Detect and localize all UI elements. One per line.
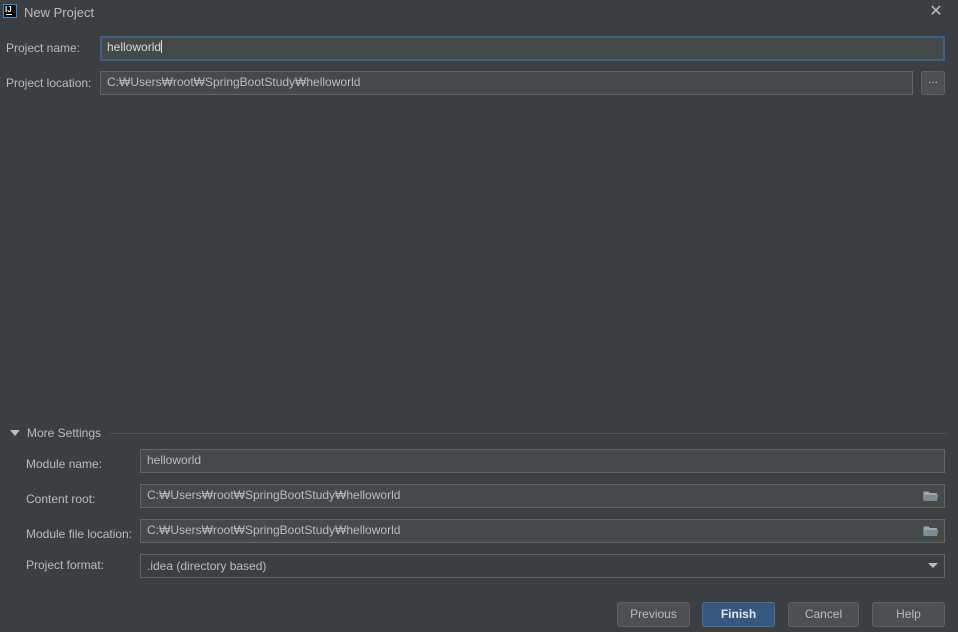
app-icon-text: IJ [5, 5, 12, 14]
module-name-value: helloworld [147, 453, 202, 467]
section-divider [110, 433, 947, 434]
chevron-down-icon [928, 563, 938, 568]
more-settings-title: More Settings [27, 426, 102, 440]
module-name-label: Module name: [26, 457, 103, 471]
project-format-value: .idea (directory based) [147, 559, 267, 573]
project-location-input[interactable]: C:₩Users₩root₩SpringBootStudy₩helloworld [100, 71, 913, 95]
triangle-down-icon [10, 430, 20, 436]
cancel-button[interactable]: Cancel [788, 602, 859, 627]
browse-button-label: ... [927, 72, 938, 86]
content-root-input[interactable]: C:₩Users₩root₩SpringBootStudy₩helloworld [140, 484, 945, 508]
module-file-location-value: C:₩Users₩root₩SpringBootStudy₩helloworld [147, 523, 401, 537]
help-button[interactable]: Help [872, 602, 945, 627]
project-format-label: Project format: [26, 558, 105, 572]
project-name-label: Project name: [6, 41, 81, 55]
project-name-input[interactable]: helloworld [100, 36, 945, 61]
module-file-location-label: Module file location: [26, 527, 133, 541]
content-root-value: C:₩Users₩root₩SpringBootStudy₩helloworld [147, 488, 401, 502]
finish-button[interactable]: Finish [702, 602, 775, 627]
previous-button[interactable]: Previous [617, 602, 690, 627]
module-file-location-input[interactable]: C:₩Users₩root₩SpringBootStudy₩helloworld [140, 519, 945, 543]
title-bar: IJ New Project ✕ [0, 0, 958, 24]
more-settings-toggle[interactable]: More Settings [9, 426, 947, 442]
project-format-select[interactable]: .idea (directory based) [140, 554, 945, 578]
close-icon[interactable]: ✕ [926, 2, 946, 22]
window-title: New Project [24, 5, 95, 20]
project-location-value: C:₩Users₩root₩SpringBootStudy₩helloworld [107, 75, 361, 89]
project-location-label: Project location: [6, 76, 92, 90]
browse-location-button[interactable]: ... [921, 71, 945, 95]
project-name-value: helloworld [107, 40, 162, 54]
folder-icon[interactable] [923, 525, 939, 540]
content-root-label: Content root: [26, 492, 96, 506]
text-caret [161, 40, 163, 53]
folder-icon[interactable] [923, 490, 939, 505]
intellij-app-icon: IJ [3, 4, 17, 18]
module-name-input[interactable]: helloworld [140, 449, 945, 473]
